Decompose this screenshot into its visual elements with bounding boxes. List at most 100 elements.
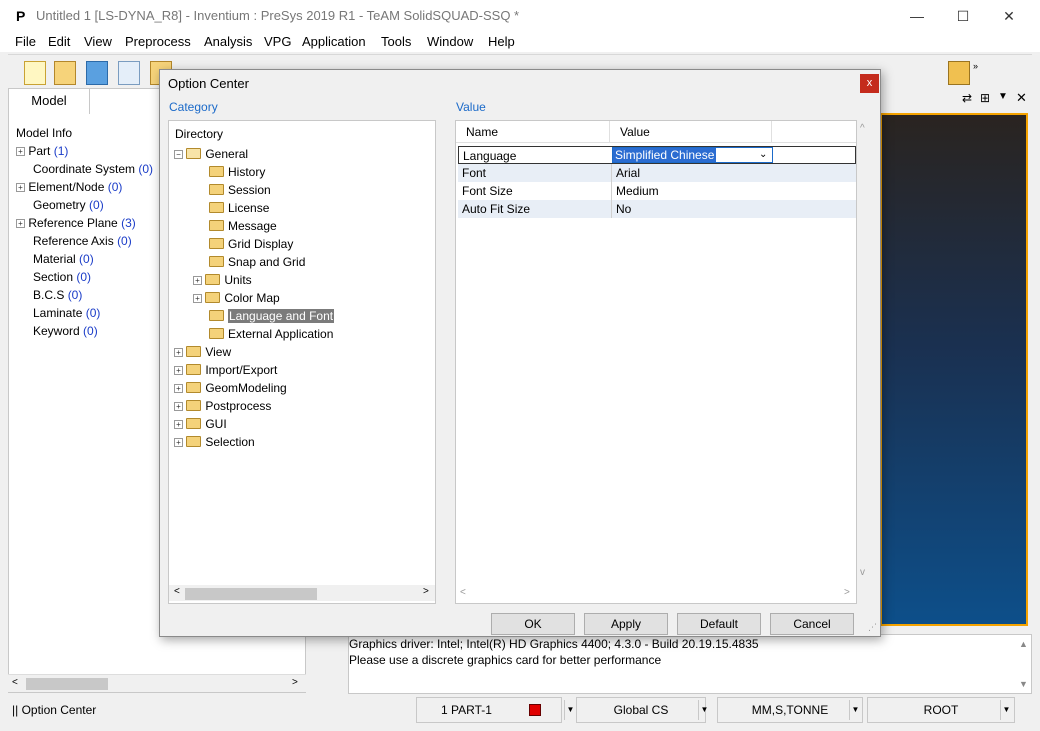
row-value[interactable]: Medium: [616, 182, 659, 200]
chevron-down-icon[interactable]: ⌄: [759, 148, 767, 162]
tree-node-general[interactable]: − General: [174, 145, 248, 163]
tree-node-geommodeling[interactable]: + GeomModeling: [174, 379, 287, 397]
units-selector[interactable]: MM,S,TONNE: [717, 697, 863, 723]
tree-item-bcs[interactable]: B.C.S (0): [33, 288, 82, 306]
grid-row-font[interactable]: Font Arial: [458, 164, 856, 182]
tree-node-snap-and-grid[interactable]: Snap and Grid: [209, 253, 305, 271]
tree-item-element-node[interactable]: + Element/Node (0): [16, 180, 122, 198]
tree-node-color-map[interactable]: + Color Map: [193, 289, 280, 307]
scrollbar-thumb[interactable]: [26, 678, 108, 690]
maximize-button[interactable]: ☐: [940, 4, 986, 28]
import-icon[interactable]: [118, 61, 140, 85]
tree-item-reference-axis[interactable]: Reference Axis (0): [33, 234, 132, 252]
menu-window[interactable]: Window: [427, 34, 473, 49]
tree-node-units[interactable]: + Units: [193, 271, 252, 289]
part-dropdown-icon[interactable]: ▼: [564, 700, 576, 720]
scroll-right-icon[interactable]: >: [292, 677, 298, 688]
tree-item-reference-plane[interactable]: + Reference Plane (3): [16, 216, 136, 234]
units-dropdown-icon[interactable]: ▼: [849, 700, 861, 720]
graphics-viewport[interactable]: [880, 113, 1028, 626]
cs-selector[interactable]: Global CS: [576, 697, 706, 723]
expand-icon[interactable]: +: [174, 366, 183, 375]
menu-edit[interactable]: Edit: [48, 34, 70, 49]
part-box-icon[interactable]: [948, 61, 970, 85]
menu-help[interactable]: Help: [488, 34, 515, 49]
menu-vpg[interactable]: VPG: [264, 34, 291, 49]
default-button[interactable]: Default: [677, 613, 761, 635]
expand-icon[interactable]: +: [16, 183, 25, 192]
close-button[interactable]: ✕: [986, 4, 1032, 28]
expand-icon[interactable]: +: [193, 294, 202, 303]
new-file-icon[interactable]: [24, 61, 46, 85]
swap-icon[interactable]: ⇄: [962, 91, 972, 105]
scroll-up-icon[interactable]: ^: [860, 123, 865, 134]
tree-node-language-and-font[interactable]: Language and Font: [209, 307, 335, 325]
row-value[interactable]: Arial: [616, 164, 640, 182]
expand-icon[interactable]: +: [193, 276, 202, 285]
dropdown-icon[interactable]: ▼: [998, 91, 1008, 102]
tree-item-keyword[interactable]: Keyword (0): [33, 324, 98, 342]
tree-node-grid-display[interactable]: Grid Display: [209, 235, 293, 253]
resize-grip-icon[interactable]: ⋰: [868, 622, 877, 633]
grid-view-icon[interactable]: ⊞: [980, 91, 990, 105]
menu-tools[interactable]: Tools: [381, 34, 411, 49]
tree-node-selection[interactable]: + Selection: [174, 433, 255, 451]
expand-icon[interactable]: +: [174, 348, 183, 357]
expand-icon[interactable]: +: [174, 420, 183, 429]
expand-icon[interactable]: +: [174, 438, 183, 447]
tree-node-gui[interactable]: + GUI: [174, 415, 227, 433]
tree-node-import-export[interactable]: + Import/Export: [174, 361, 277, 379]
left-panel-scrollbar[interactable]: < >: [8, 674, 306, 692]
menu-view[interactable]: View: [84, 34, 112, 49]
language-select[interactable]: Simplified Chinese ⌄: [612, 147, 773, 163]
cancel-button[interactable]: Cancel: [770, 613, 854, 635]
row-value[interactable]: No: [616, 200, 631, 218]
scrollbar-thumb[interactable]: [185, 588, 317, 600]
grid-row-language[interactable]: Language Simplified Chinese ⌄: [458, 146, 856, 164]
expand-icon[interactable]: +: [16, 219, 25, 228]
scroll-left-icon[interactable]: <: [174, 586, 180, 597]
tree-node-message[interactable]: Message: [209, 217, 277, 235]
grid-row-auto-fit-size[interactable]: Auto Fit Size No: [458, 200, 856, 218]
tree-node-external-application[interactable]: External Application: [209, 325, 333, 343]
tree-item-part[interactable]: + Part (1): [16, 144, 68, 162]
cs-dropdown-icon[interactable]: ▼: [698, 700, 710, 720]
tree-item-material[interactable]: Material (0): [33, 252, 94, 270]
scroll-right-icon[interactable]: >: [423, 586, 429, 597]
tree-node-postprocess[interactable]: + Postprocess: [174, 397, 271, 415]
scroll-left-icon[interactable]: <: [12, 677, 18, 688]
toolbar-overflow-icon[interactable]: »: [973, 61, 983, 85]
tree-item-section[interactable]: Section (0): [33, 270, 91, 288]
root-dropdown-icon[interactable]: ▼: [1000, 700, 1012, 720]
tree-item-coordinate-system[interactable]: Coordinate System (0): [33, 162, 153, 180]
scroll-up-icon[interactable]: ▲: [1019, 639, 1028, 649]
scroll-down-icon[interactable]: ▼: [1019, 679, 1028, 689]
ok-button[interactable]: OK: [491, 613, 575, 635]
tab-model[interactable]: Model: [8, 88, 90, 114]
part-selector[interactable]: 1 PART-1: [416, 697, 562, 723]
tree-item-geometry[interactable]: Geometry (0): [33, 198, 104, 216]
dialog-close-button[interactable]: x: [860, 74, 879, 93]
scroll-right-icon[interactable]: >: [844, 587, 850, 598]
expand-icon[interactable]: +: [174, 384, 183, 393]
save-file-icon[interactable]: [86, 61, 108, 85]
menu-analysis[interactable]: Analysis: [204, 34, 252, 49]
tree-node-history[interactable]: History: [209, 163, 265, 181]
grid-row-font-size[interactable]: Font Size Medium: [458, 182, 856, 200]
root-selector[interactable]: ROOT: [867, 697, 1015, 723]
expand-icon[interactable]: +: [174, 402, 183, 411]
menu-preprocess[interactable]: Preprocess: [125, 34, 191, 49]
menu-file[interactable]: File: [15, 34, 36, 49]
close-view-icon[interactable]: ✕: [1016, 90, 1027, 106]
category-scrollbar[interactable]: < >: [169, 585, 435, 601]
tree-node-session[interactable]: Session: [209, 181, 271, 199]
collapse-icon[interactable]: −: [174, 150, 183, 159]
apply-button[interactable]: Apply: [584, 613, 668, 635]
scroll-left-icon[interactable]: <: [460, 587, 466, 598]
minimize-button[interactable]: —: [894, 4, 940, 28]
tree-node-view[interactable]: + View: [174, 343, 231, 361]
scroll-down-icon[interactable]: v: [860, 567, 865, 578]
tree-node-license[interactable]: License: [209, 199, 269, 217]
tree-item-laminate[interactable]: Laminate (0): [33, 306, 100, 324]
open-file-icon[interactable]: [54, 61, 76, 85]
